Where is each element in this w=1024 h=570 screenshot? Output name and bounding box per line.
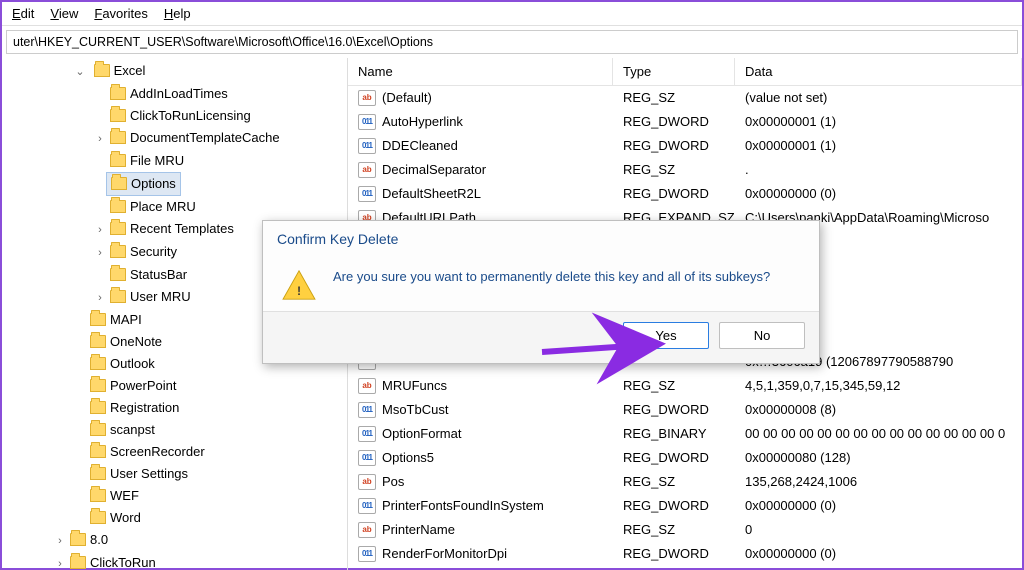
warning-icon: ! (281, 269, 317, 301)
value-row[interactable]: 011DefaultSheetR2LREG_DWORD0x00000000 (0… (348, 182, 1022, 206)
chevron-icon[interactable] (94, 287, 106, 309)
string-value-icon: ab (358, 474, 376, 490)
chevron-icon[interactable] (94, 128, 106, 150)
tree-item[interactable]: PowerPoint (74, 375, 347, 397)
tree-item[interactable]: AddInLoadTimes (94, 83, 347, 105)
tree-item[interactable]: Options (94, 172, 347, 196)
dialog-title: Confirm Key Delete (263, 221, 819, 253)
string-value-icon: ab (358, 522, 376, 538)
value-row[interactable]: 011RenderForMonitorDpiREG_DWORD0x0000000… (348, 542, 1022, 566)
folder-icon (111, 177, 127, 190)
menu-edit[interactable]: Edit (12, 6, 34, 21)
string-value-icon: ab (358, 378, 376, 394)
tree-item[interactable]: scanpst (74, 419, 347, 441)
menu-view[interactable]: View (50, 6, 78, 21)
yes-button[interactable]: Yes (623, 322, 709, 349)
folder-icon (90, 379, 106, 392)
value-row[interactable]: 011AutoHyperlinkREG_DWORD0x00000001 (1) (348, 110, 1022, 134)
tree-item[interactable]: WEF (74, 485, 347, 507)
string-value-icon: ab (358, 90, 376, 106)
tree-item[interactable]: 8.0 (54, 529, 347, 552)
chevron-icon[interactable] (54, 530, 66, 552)
folder-icon (70, 556, 86, 569)
folder-icon (70, 533, 86, 546)
column-headers: Name Type Data (348, 58, 1022, 86)
folder-icon (90, 467, 106, 480)
folder-icon (110, 290, 126, 303)
tree-item[interactable]: File MRU (94, 150, 347, 172)
folder-icon (110, 109, 126, 122)
folder-icon (110, 222, 126, 235)
binary-value-icon: 011 (358, 114, 376, 130)
binary-value-icon: 011 (358, 402, 376, 418)
tree-item[interactable]: ScreenRecorder (74, 441, 347, 463)
svg-text:!: ! (297, 286, 301, 298)
value-row[interactable]: ab(Default)REG_SZ(value not set) (348, 86, 1022, 110)
confirm-delete-dialog: Confirm Key Delete ! Are you sure you wa… (262, 220, 820, 364)
value-row[interactable]: 011DDECleanedREG_DWORD0x00000001 (1) (348, 134, 1022, 158)
value-row[interactable]: 011Options5REG_DWORD0x00000080 (128) (348, 446, 1022, 470)
tree-item[interactable]: Registration (74, 397, 347, 419)
folder-icon (110, 154, 126, 167)
binary-value-icon: 011 (358, 546, 376, 562)
string-value-icon: ab (358, 162, 376, 178)
folder-icon (90, 489, 106, 502)
binary-value-icon: 011 (358, 138, 376, 154)
tree-item[interactable]: Place MRU (94, 196, 347, 218)
header-data[interactable]: Data (735, 58, 1022, 85)
binary-value-icon: 011 (358, 426, 376, 442)
header-name[interactable]: Name (348, 58, 613, 85)
binary-value-icon: 011 (358, 450, 376, 466)
menu-favorites[interactable]: Favorites (94, 6, 147, 21)
folder-icon (94, 64, 110, 77)
folder-icon (110, 245, 126, 258)
chevron-icon[interactable] (94, 242, 106, 264)
folder-icon (90, 335, 106, 348)
folder-icon (90, 401, 106, 414)
chevron-icon[interactable] (94, 219, 106, 241)
folder-icon (90, 357, 106, 370)
value-row[interactable]: 011OptionFormatREG_BINARY00 00 00 00 00 … (348, 422, 1022, 446)
chevron-down-icon[interactable] (74, 61, 86, 83)
value-row[interactable]: abMRUFuncsREG_SZ4,5,1,359,0,7,15,345,59,… (348, 374, 1022, 398)
value-row[interactable]: 011PrinterFontsFoundInSystemREG_DWORD0x0… (348, 494, 1022, 518)
address-bar[interactable]: uter\HKEY_CURRENT_USER\Software\Microsof… (6, 30, 1018, 54)
tree-item[interactable]: DocumentTemplateCache (94, 127, 347, 150)
value-row[interactable]: abPrinterNameREG_SZ0 (348, 518, 1022, 542)
folder-icon (90, 511, 106, 524)
menu-bar: Edit View Favorites Help (2, 2, 1022, 26)
header-type[interactable]: Type (613, 58, 735, 85)
value-row[interactable]: abPosREG_SZ135,268,2424,1006 (348, 470, 1022, 494)
binary-value-icon: 011 (358, 498, 376, 514)
folder-icon (110, 87, 126, 100)
chevron-icon[interactable] (54, 553, 66, 570)
folder-icon (110, 200, 126, 213)
menu-help[interactable]: Help (164, 6, 191, 21)
tree-item[interactable]: ClickToRun (54, 552, 347, 570)
value-row[interactable]: 011MsoTbCustREG_DWORD0x00000008 (8) (348, 398, 1022, 422)
folder-icon (90, 423, 106, 436)
tree-item[interactable]: ClickToRunLicensing (94, 105, 347, 127)
folder-icon (110, 268, 126, 281)
folder-icon (90, 313, 106, 326)
tree-item[interactable]: Word (74, 507, 347, 529)
tree-item[interactable]: User Settings (74, 463, 347, 485)
binary-value-icon: 011 (358, 186, 376, 202)
folder-icon (90, 445, 106, 458)
value-row[interactable]: abDecimalSeparatorREG_SZ. (348, 158, 1022, 182)
folder-icon (110, 131, 126, 144)
dialog-message: Are you sure you want to permanently del… (333, 267, 770, 284)
no-button[interactable]: No (719, 322, 805, 349)
